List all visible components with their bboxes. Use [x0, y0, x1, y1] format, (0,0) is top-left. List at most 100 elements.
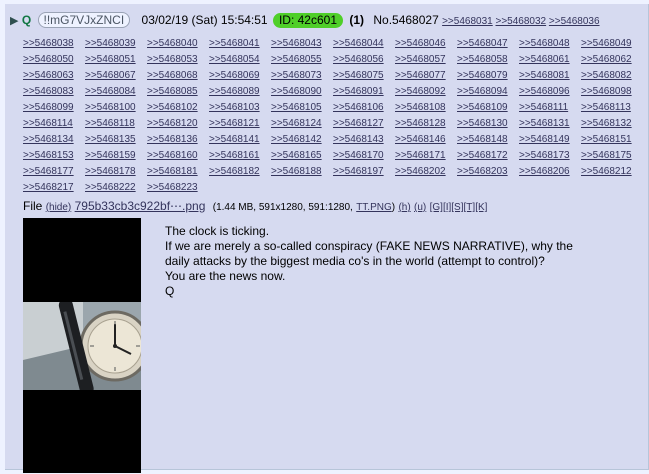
backlink[interactable]: >>5468114: [23, 116, 85, 132]
backlink[interactable]: >>5468170: [333, 148, 395, 164]
backlink[interactable]: >>5468165: [271, 148, 333, 164]
backlink[interactable]: >>5468050: [23, 52, 85, 68]
backlink[interactable]: >>5468092: [395, 84, 457, 100]
backlink[interactable]: >>5468149: [519, 132, 581, 148]
backlink[interactable]: >>5468188: [271, 164, 333, 180]
backlink[interactable]: >>5468044: [333, 36, 395, 52]
backlink[interactable]: >>5468048: [519, 36, 581, 52]
backlink[interactable]: >>5468091: [333, 84, 395, 100]
backlink[interactable]: >>5468135: [85, 132, 147, 148]
backlink[interactable]: >>5468056: [333, 52, 395, 68]
backlink[interactable]: >>5468223: [147, 180, 209, 196]
backlink[interactable]: >>5468041: [209, 36, 271, 52]
backlink[interactable]: >>5468109: [457, 100, 519, 116]
backlink[interactable]: >>5468073: [271, 68, 333, 84]
backlink[interactable]: >>5468202: [395, 164, 457, 180]
backlink[interactable]: >>5468127: [333, 116, 395, 132]
backlink[interactable]: >>5468036: [549, 16, 600, 27]
backlink[interactable]: >>5468031: [442, 16, 493, 27]
backlink[interactable]: >>5468057: [395, 52, 457, 68]
backlink[interactable]: >>5468106: [333, 100, 395, 116]
backlink[interactable]: >>5468118: [85, 116, 147, 132]
backlink[interactable]: >>5468081: [519, 68, 581, 84]
expand-arrow-icon[interactable]: ▶: [10, 15, 18, 27]
backlink[interactable]: >>5468096: [519, 84, 581, 100]
backlink[interactable]: >>5468148: [457, 132, 519, 148]
backlink[interactable]: >>5468143: [333, 132, 395, 148]
backlink[interactable]: >>5468090: [271, 84, 333, 100]
backlink[interactable]: >>5468181: [147, 164, 209, 180]
backlink[interactable]: >>5468173: [519, 148, 581, 164]
backlink[interactable]: >>5468197: [333, 164, 395, 180]
backlink[interactable]: >>5468120: [147, 116, 209, 132]
backlink[interactable]: >>5468098: [581, 84, 643, 100]
backlink[interactable]: >>5468161: [209, 148, 271, 164]
backlink[interactable]: >>5468178: [85, 164, 147, 180]
backlink[interactable]: >>5468082: [581, 68, 643, 84]
backlink[interactable]: >>5468069: [209, 68, 271, 84]
saucenao-search-link[interactable]: [S]: [451, 202, 463, 213]
backlink[interactable]: >>5468054: [209, 52, 271, 68]
backlink[interactable]: >>5468206: [519, 164, 581, 180]
backlink[interactable]: >>5468130: [457, 116, 519, 132]
backlink[interactable]: >>5468171: [395, 148, 457, 164]
backlink[interactable]: >>5468046: [395, 36, 457, 52]
backlink[interactable]: >>5468085: [147, 84, 209, 100]
original-filename-link[interactable]: TT.PNG: [356, 202, 392, 213]
backlink[interactable]: >>5468203: [457, 164, 519, 180]
backlink[interactable]: >>5468134: [23, 132, 85, 148]
backlink[interactable]: >>5468175: [581, 148, 643, 164]
backlink[interactable]: >>5468153: [23, 148, 85, 164]
backlink[interactable]: >>5468043: [271, 36, 333, 52]
backlink[interactable]: >>5468062: [581, 52, 643, 68]
karma-search-link[interactable]: [K]: [475, 202, 487, 213]
backlink[interactable]: >>5468160: [147, 148, 209, 164]
backlink[interactable]: >>5468121: [209, 116, 271, 132]
backlink[interactable]: >>5468132: [581, 116, 643, 132]
backlink[interactable]: >>5468146: [395, 132, 457, 148]
backlink[interactable]: >>5468131: [519, 116, 581, 132]
tineye-search-link[interactable]: [T]: [464, 202, 476, 213]
backlink[interactable]: >>5468182: [209, 164, 271, 180]
backlink[interactable]: >>5468077: [395, 68, 457, 84]
h-link[interactable]: (h): [398, 202, 410, 213]
backlink[interactable]: >>5468051: [85, 52, 147, 68]
backlink[interactable]: >>5468075: [333, 68, 395, 84]
backlink[interactable]: >>5468217: [23, 180, 85, 196]
hide-file-link[interactable]: (hide): [46, 202, 72, 213]
backlink[interactable]: >>5468151: [581, 132, 643, 148]
post-number[interactable]: No.5468027: [373, 13, 438, 27]
file-name-link[interactable]: 795b33cb3c922bf⋯.png: [75, 199, 206, 213]
backlink[interactable]: >>5468061: [519, 52, 581, 68]
google-search-link[interactable]: [G]: [430, 202, 443, 213]
backlink[interactable]: >>5468039: [85, 36, 147, 52]
backlink[interactable]: >>5468055: [271, 52, 333, 68]
backlink[interactable]: >>5468222: [85, 180, 147, 196]
backlink[interactable]: >>5468049: [581, 36, 643, 52]
backlink[interactable]: >>5468212: [581, 164, 643, 180]
backlink[interactable]: >>5468108: [395, 100, 457, 116]
backlink[interactable]: >>5468089: [209, 84, 271, 100]
poster-id-badge[interactable]: ID: 42c601: [272, 13, 343, 28]
backlink[interactable]: >>5468172: [457, 148, 519, 164]
backlink[interactable]: >>5468038: [23, 36, 85, 52]
backlink[interactable]: >>5468113: [581, 100, 643, 116]
backlink[interactable]: >>5468142: [271, 132, 333, 148]
backlink[interactable]: >>5468099: [23, 100, 85, 116]
backlink[interactable]: >>5468068: [147, 68, 209, 84]
backlink[interactable]: >>5468058: [457, 52, 519, 68]
backlink[interactable]: >>5468141: [209, 132, 271, 148]
backlink[interactable]: >>5468063: [23, 68, 85, 84]
backlink[interactable]: >>5468040: [147, 36, 209, 52]
backlink[interactable]: >>5468083: [23, 84, 85, 100]
backlink[interactable]: >>5468177: [23, 164, 85, 180]
attached-image-thumbnail[interactable]: [23, 218, 141, 473]
backlink[interactable]: >>5468067: [85, 68, 147, 84]
backlink[interactable]: >>5468102: [147, 100, 209, 116]
backlink[interactable]: >>5468079: [457, 68, 519, 84]
backlink[interactable]: >>5468032: [496, 16, 547, 27]
backlink[interactable]: >>5468159: [85, 148, 147, 164]
backlink[interactable]: >>5468105: [271, 100, 333, 116]
u-link[interactable]: (u): [414, 202, 426, 213]
backlink[interactable]: >>5468103: [209, 100, 271, 116]
